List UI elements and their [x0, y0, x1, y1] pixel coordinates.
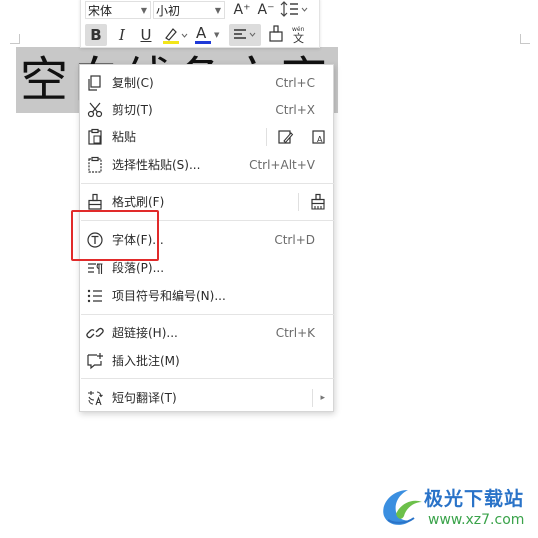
menu-item-translate[interactable]: 短句翻译(T) ▸	[80, 385, 333, 411]
menu-item-label: 超链接(H)...	[112, 326, 178, 340]
menu-item-label: 剪切(T)	[112, 103, 153, 117]
font-size-value: 小初	[156, 4, 181, 18]
underline-button[interactable]: U	[135, 24, 157, 46]
font-color-button[interactable]: A ▼	[193, 24, 225, 46]
font-name-select[interactable]: 宋体 ▼	[85, 1, 151, 19]
bold-button[interactable]: B	[85, 24, 107, 46]
menu-item-label: 项目符号和编号(N)...	[112, 289, 226, 303]
format-painter-divider	[298, 193, 299, 211]
paste-options-divider	[266, 128, 267, 146]
menu-item-label: 复制(C)	[112, 76, 154, 90]
underline-label: U	[140, 26, 152, 44]
menu-item-label: 插入批注(M)	[112, 354, 180, 368]
align-button[interactable]	[229, 24, 261, 46]
translate-divider	[312, 389, 313, 407]
paste-text-only-icon[interactable]: A	[310, 128, 328, 146]
chevron-down-icon: ▼	[140, 6, 147, 15]
chevron-right-icon: ▸	[320, 393, 325, 403]
align-left-icon	[234, 29, 256, 39]
svg-text:文: 文	[293, 31, 304, 44]
highlighter-icon	[163, 28, 188, 44]
paste-special-icon	[88, 156, 102, 173]
paste-keep-format-icon[interactable]	[276, 128, 294, 146]
menu-separator	[81, 378, 334, 379]
page-corner-mark-left	[10, 34, 20, 44]
paragraph-icon	[88, 263, 103, 274]
format-painter-icon	[269, 25, 283, 42]
phonetic-guide-icon: wén 文	[292, 26, 305, 45]
italic-button[interactable]: I	[111, 24, 133, 46]
menu-item-bullets-numbering[interactable]: 项目符号和编号(N)...	[80, 283, 333, 309]
menu-item-label: 短句翻译(T)	[112, 391, 177, 405]
paste-icon	[88, 128, 102, 145]
format-painter-button[interactable]	[265, 24, 287, 46]
watermark-title: 极光下载站	[424, 488, 525, 510]
menu-item-copy[interactable]: 复制(C) Ctrl+C	[80, 70, 333, 96]
menu-separator	[81, 314, 334, 315]
highlight-button[interactable]	[159, 24, 191, 46]
shrink-font-button[interactable]: A⁻	[255, 0, 277, 21]
grow-font-button[interactable]: A⁺	[231, 0, 253, 21]
site-watermark: 极光下载站 www.xz7.com	[378, 482, 538, 538]
phonetic-guide-button[interactable]: wén 文	[289, 24, 311, 46]
comment-icon	[87, 353, 103, 370]
menu-item-paste-special[interactable]: 选择性粘贴(S)... Ctrl+Alt+V	[80, 152, 333, 178]
menu-item-insert-comment[interactable]: 插入批注(M)	[80, 348, 333, 374]
menu-item-shortcut: Ctrl+D	[274, 233, 315, 247]
grow-font-icon: A⁺	[233, 2, 251, 18]
scissors-icon	[87, 102, 103, 118]
bold-label: B	[90, 26, 102, 44]
watermark-url: www.xz7.com	[428, 512, 525, 528]
italic-label: I	[119, 26, 125, 44]
copy-icon	[88, 75, 101, 91]
shrink-font-icon: A⁻	[257, 2, 275, 18]
menu-item-hyperlink[interactable]: 超链接(H)... Ctrl+K	[80, 320, 333, 346]
line-spacing-button[interactable]	[279, 0, 311, 21]
font-size-select[interactable]: 小初 ▼	[153, 1, 225, 19]
svg-text:A: A	[317, 135, 323, 144]
menu-item-shortcut: Ctrl+K	[275, 326, 315, 340]
font-name-value: 宋体	[88, 4, 113, 18]
translate-icon	[88, 391, 103, 406]
format-painter-icon	[88, 193, 102, 210]
bullet-list-icon	[87, 289, 102, 303]
font-color-swatch	[195, 41, 211, 44]
page-corner-mark-right	[520, 34, 530, 44]
menu-item-shortcut: Ctrl+X	[275, 103, 315, 117]
chevron-down-icon: ▼	[214, 31, 220, 39]
menu-item-label: 选择性粘贴(S)...	[112, 158, 201, 172]
format-painter-sticky-icon[interactable]	[309, 193, 327, 211]
menu-item-cut[interactable]: 剪切(T) Ctrl+X	[80, 97, 333, 123]
menu-separator	[81, 183, 334, 184]
menu-item-shortcut: Ctrl+Alt+V	[249, 158, 315, 172]
mini-toolbar: 宋体 ▼ 小初 ▼ A⁺ A⁻ B I U A ▼ wén 文	[80, 0, 320, 48]
menu-item-paste[interactable]: 粘贴 A	[80, 124, 333, 150]
watermark-logo-icon	[383, 490, 422, 525]
menu-item-shortcut: Ctrl+C	[275, 76, 315, 90]
highlight-annotation-box	[71, 210, 159, 261]
line-spacing-icon	[280, 1, 308, 17]
chevron-down-icon: ▼	[214, 6, 221, 15]
hyperlink-icon	[86, 327, 104, 339]
menu-item-label: 粘贴	[112, 130, 137, 144]
